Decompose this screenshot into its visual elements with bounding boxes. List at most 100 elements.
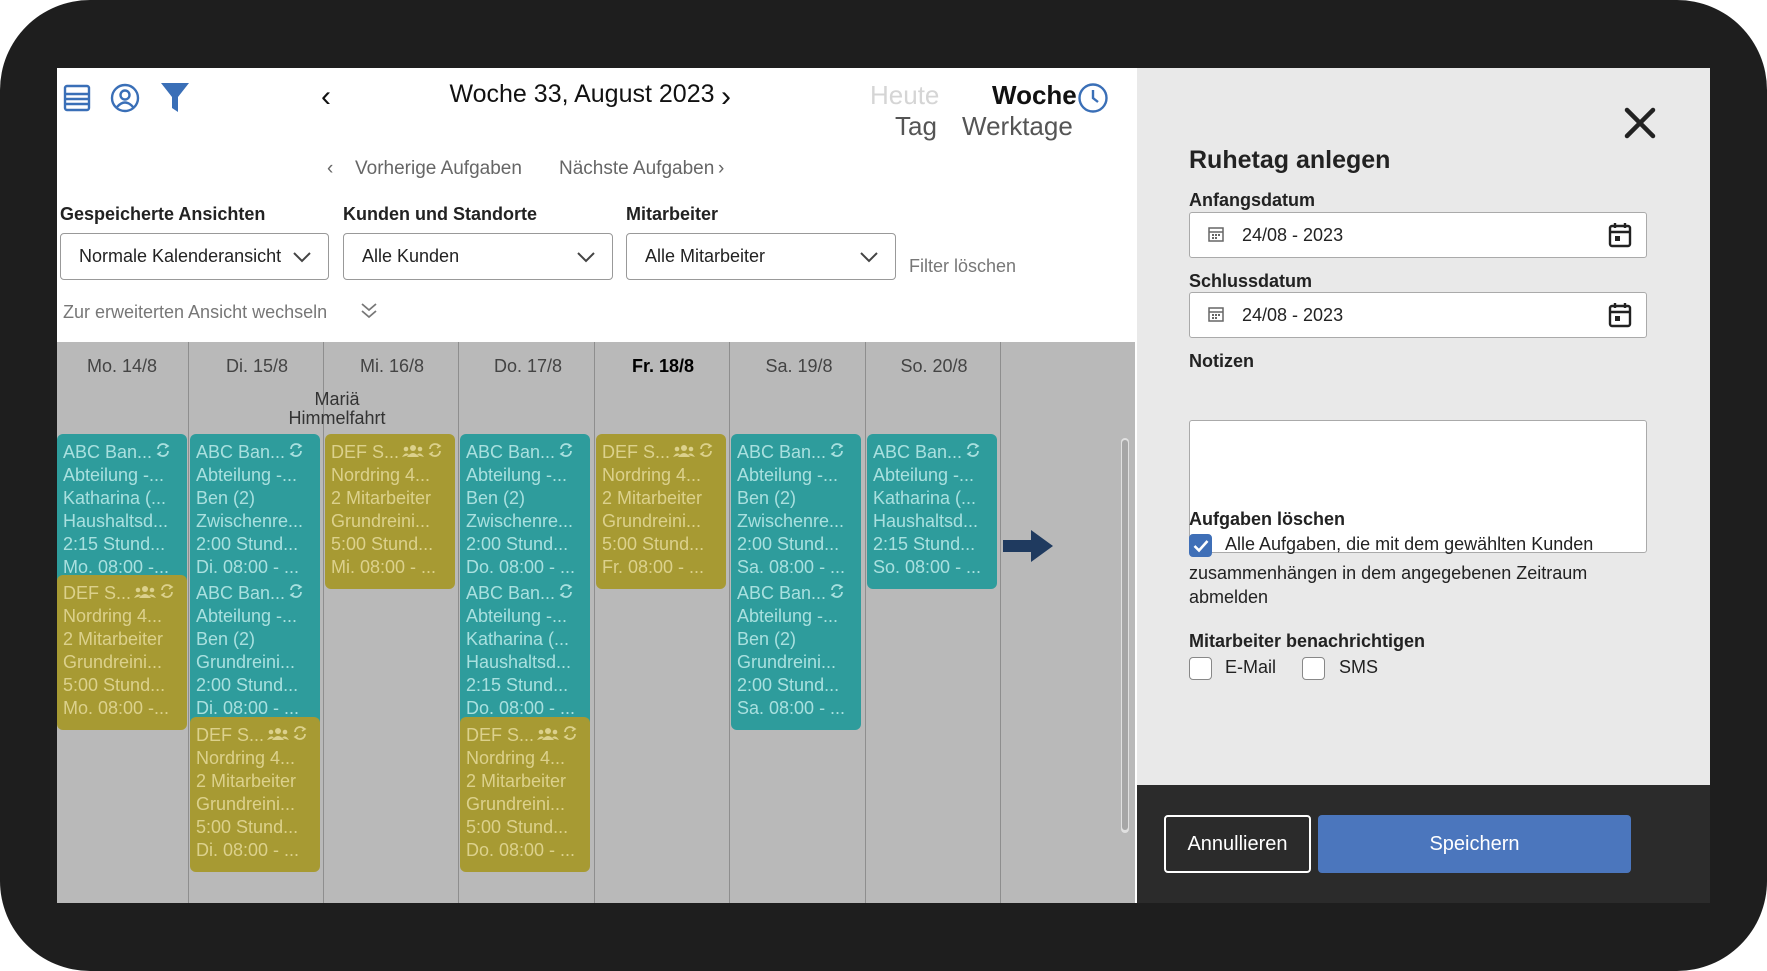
task-card-line: 2 Mitarbeiter	[196, 771, 297, 791]
view-workdays[interactable]: Werktage	[962, 113, 1073, 139]
close-icon[interactable]	[1623, 106, 1663, 146]
view-week[interactable]: Woche	[992, 82, 1077, 108]
task-card-line: 2:00 Stund...	[737, 675, 840, 695]
task-card[interactable]: DEF S... Nordring 4... 2 Mitarbeiter Grundr…	[57, 575, 187, 730]
repeat-icon	[155, 441, 171, 464]
holiday-label: Mariä Himmelfahrt	[288, 389, 386, 428]
chevron-down-icon	[860, 252, 878, 263]
save-button[interactable]: Speichern	[1318, 815, 1631, 873]
employees-select[interactable]: Alle Mitarbeiter	[626, 233, 896, 280]
delete-tasks-checkbox[interactable]	[1189, 534, 1212, 557]
task-card-line: Grundreini...	[466, 794, 566, 814]
saved-views-label: Gespeicherte Ansichten	[60, 204, 266, 224]
task-card-line: 2 Mitarbeiter	[63, 629, 164, 649]
start-date-field[interactable]: 24/08 - 2023	[1189, 212, 1647, 258]
task-card[interactable]: ABC Ban... Abteilung -... Ben (2) Grundrein…	[190, 575, 320, 730]
task-card-line: 2:15 Stund...	[63, 534, 166, 554]
delete-tasks-text-1: Alle Aufgaben, die mit dem gewählten Kun…	[1225, 534, 1594, 554]
task-card-line: Grundreini...	[331, 511, 431, 531]
list-icon[interactable]	[57, 78, 97, 118]
task-card[interactable]: ABC Ban... Abteilung -... Katharina (... Ha…	[460, 575, 590, 730]
calendar-picker-icon[interactable]	[1608, 302, 1632, 328]
day-header: Sa. 19/8	[765, 356, 833, 376]
repeat-icon	[427, 441, 443, 464]
customers-select[interactable]: Alle Kunden	[343, 233, 613, 280]
calendar-small-icon	[1208, 307, 1224, 322]
task-card-line: Haushaltsd...	[873, 511, 979, 531]
task-card[interactable]: DEF S... Nordring 4... 2 Mitarbeiter Grundr…	[460, 717, 590, 872]
switch-view-link[interactable]: Zur erweiterten Ansicht wechseln	[63, 302, 327, 323]
calendar-picker-icon[interactable]	[1608, 222, 1632, 248]
task-card-line: Di. 08:00 - ...	[196, 840, 300, 860]
scrollbar-thumb[interactable]	[1122, 440, 1128, 830]
next-tasks-link[interactable]: Nächste Aufgaben	[559, 158, 714, 180]
task-card[interactable]: DEF S... Nordring 4... 2 Mitarbeiter Grundr…	[325, 434, 455, 589]
task-card-line: 5:00 Stund...	[331, 534, 434, 554]
group-icon	[402, 441, 425, 464]
task-card[interactable]: DEF S... Nordring 4... 2 Mitarbeiter Grundr…	[596, 434, 726, 589]
delete-tasks-label: Aufgaben löschen	[1189, 509, 1346, 529]
task-card-line: 5:00 Stund...	[602, 534, 705, 554]
task-card-title-text: DEF S...	[602, 442, 671, 462]
task-card[interactable]: ABC Ban... Abteilung -... Ben (2) Zwischenr…	[460, 434, 590, 589]
task-card-title: ABC Ban...	[466, 441, 584, 464]
task-card-line: Ben (2)	[196, 629, 256, 649]
task-card-line: Abteilung -...	[196, 606, 298, 626]
day-header: Mi. 16/8	[359, 356, 425, 376]
pointer-arrow-icon	[1003, 530, 1053, 562]
task-card[interactable]: ABC Ban... Abteilung -... Ben (2) Zwischenr…	[190, 434, 320, 589]
task-card-line: Ben (2)	[737, 488, 797, 508]
next-week-button[interactable]: ›	[721, 82, 731, 112]
filter-icon[interactable]	[155, 78, 195, 118]
task-card-line: Nordring 4...	[63, 606, 163, 626]
task-card[interactable]: ABC Ban... Abteilung -... Katharina (... Ha…	[57, 434, 187, 589]
task-card-title-text: DEF S...	[331, 442, 400, 462]
task-card-title: DEF S...	[196, 724, 314, 747]
cancel-button[interactable]: Annullieren	[1164, 815, 1311, 873]
task-card-line: Abteilung -...	[737, 465, 839, 485]
column-divider	[594, 342, 595, 903]
task-card[interactable]: ABC Ban... Abteilung -... Katharina (... Ha…	[867, 434, 997, 589]
column-divider	[458, 342, 459, 903]
prev-tasks-chevron-icon[interactable]: ‹	[327, 158, 333, 180]
task-card-line: 2 Mitarbeiter	[602, 488, 703, 508]
prev-tasks-link[interactable]: Vorherige Aufgaben	[355, 158, 522, 180]
day-header: Do. 17/8	[493, 356, 563, 376]
email-label: E-Mail	[1225, 657, 1277, 677]
start-date-label: Anfangsdatum	[1189, 190, 1315, 210]
end-date-field[interactable]: 24/08 - 2023	[1189, 292, 1647, 338]
task-card[interactable]: DEF S... Nordring 4... 2 Mitarbeiter Grundr…	[190, 717, 320, 872]
customers-label: Kunden und Standorte	[343, 204, 537, 224]
task-card-line: Abteilung -...	[737, 606, 839, 626]
email-checkbox[interactable]	[1189, 657, 1212, 680]
saved-views-select[interactable]: Normale Kalenderansicht	[60, 233, 329, 280]
task-card-title-text: ABC Ban...	[466, 442, 556, 462]
task-card-title-text: ABC Ban...	[196, 442, 286, 462]
notes-label: Notizen	[1189, 351, 1254, 371]
task-card-line: Abteilung -...	[466, 465, 568, 485]
view-day[interactable]: Tag	[895, 113, 937, 139]
panel-title: Ruhetag anlegen	[1189, 146, 1391, 174]
task-card-line: Abteilung -...	[466, 606, 568, 626]
task-card-line: So. 08:00 - ...	[873, 557, 982, 577]
task-card[interactable]: ABC Ban... Abteilung -... Ben (2) Zwischenr…	[731, 434, 861, 589]
sms-checkbox[interactable]	[1302, 657, 1325, 680]
task-card-title-text: ABC Ban...	[466, 583, 556, 603]
repeat-icon	[698, 441, 714, 464]
clear-filter-link[interactable]: Filter löschen	[909, 256, 1016, 277]
task-card-title-text: ABC Ban...	[737, 583, 827, 603]
task-card[interactable]: ABC Ban... Abteilung -... Ben (2) Grundrein…	[731, 575, 861, 730]
user-icon[interactable]	[105, 78, 145, 118]
task-card-line: Grundreini...	[196, 794, 296, 814]
double-chevron-down-icon[interactable]	[360, 301, 378, 321]
task-card-line: Grundreini...	[196, 652, 296, 672]
notify-label: Mitarbeiter benachrichtigen	[1189, 631, 1426, 651]
next-tasks-chevron-icon[interactable]: ›	[718, 158, 724, 180]
clock-icon[interactable]	[1077, 82, 1109, 119]
view-today[interactable]: Heute	[870, 82, 939, 108]
repeat-icon	[159, 582, 175, 605]
calendar-small-icon	[1208, 227, 1224, 242]
start-date-value: 24/08 - 2023	[1242, 224, 1344, 245]
prev-week-button[interactable]: ‹	[321, 82, 331, 112]
task-card-line: Haushaltsd...	[63, 511, 169, 531]
